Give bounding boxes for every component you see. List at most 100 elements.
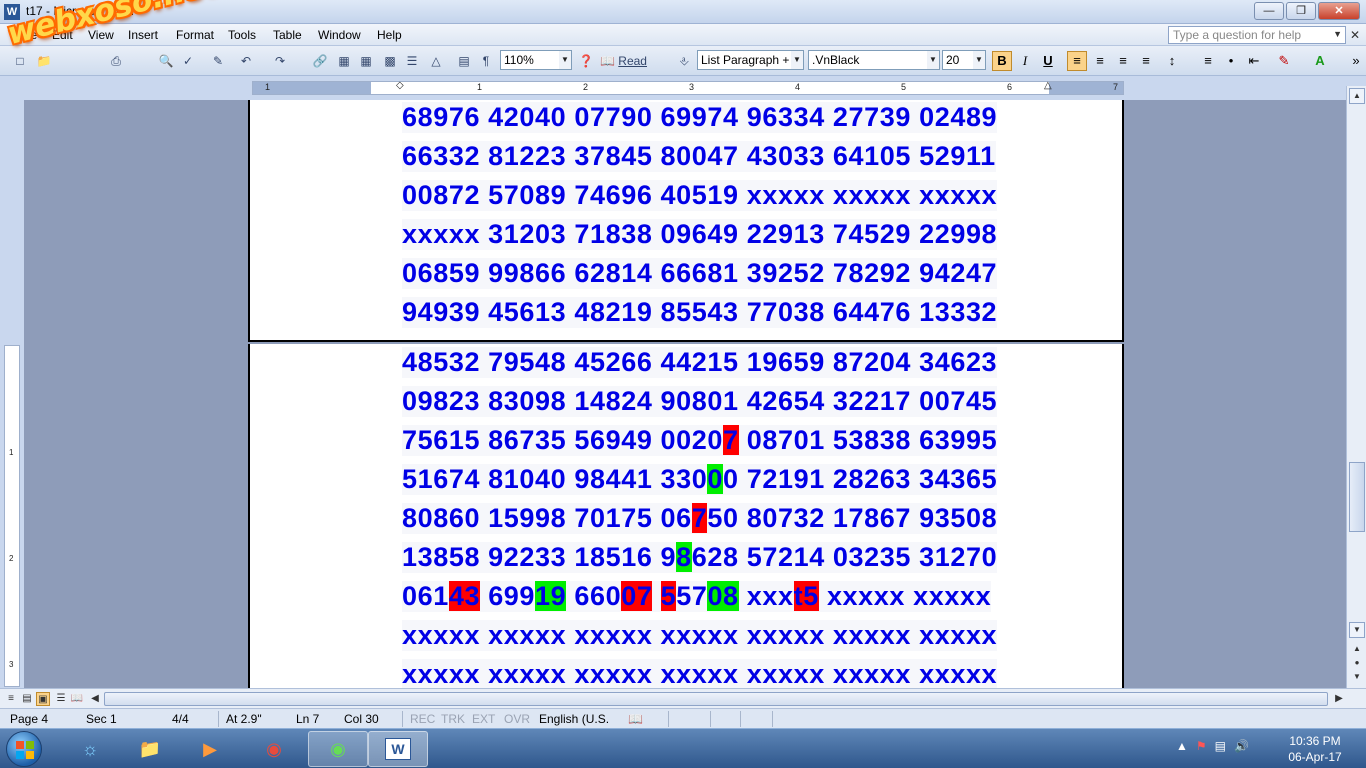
number-row[interactable]: 06859 99866 62814 66681 39252 78292 9424… [402, 258, 998, 289]
toolbar-options-icon[interactable]: » [1346, 51, 1366, 71]
right-indent-marker-icon[interactable]: △ [1044, 80, 1052, 91]
menu-table[interactable]: Table [273, 28, 302, 42]
file-explorer-icon[interactable]: 📁 [120, 731, 180, 767]
number-row[interactable]: 80860 15998 70175 06750 80732 17867 9350… [402, 503, 998, 534]
insert-table-icon[interactable]: ▦ [358, 53, 374, 69]
bold-button[interactable]: B [992, 51, 1012, 71]
document-close-icon[interactable]: ✕ [1350, 28, 1360, 42]
tables-borders-icon[interactable]: ▦ [336, 53, 352, 69]
line-spacing-icon[interactable]: ↕ [1162, 51, 1182, 71]
indent-marker-icon[interactable]: ◇ [396, 80, 404, 91]
hyperlink-icon[interactable]: 🔗 [312, 53, 328, 69]
columns-icon[interactable]: ☰ [404, 53, 420, 69]
spelling-status-icon[interactable]: 📖 [628, 712, 643, 726]
show-hidden-icons-icon[interactable]: ▲ [1176, 739, 1188, 753]
web-layout-view-icon[interactable]: ▤ [20, 692, 34, 706]
outline-view-icon[interactable]: ☰ [54, 692, 68, 706]
font-size-select[interactable]: 20 ▼ [942, 50, 986, 70]
show-hide-pilcrow-icon[interactable]: ¶ [478, 53, 494, 69]
style-select[interactable]: List Paragraph + ▼ [697, 50, 804, 70]
scroll-left-icon[interactable]: ◀ [88, 692, 102, 706]
help-search-input[interactable]: Type a question for help ▼ [1168, 26, 1346, 44]
number-row[interactable]: 13858 92233 18516 98628 57214 03235 3127… [402, 542, 998, 573]
undo-icon[interactable]: ↶ [238, 53, 254, 69]
volume-icon[interactable]: 🔊 [1234, 739, 1249, 753]
chevron-down-icon[interactable]: ▼ [1333, 29, 1342, 39]
chrome-icon[interactable]: ◉ [244, 731, 304, 767]
scroll-up-icon[interactable]: ▲ [1349, 88, 1365, 104]
italic-button[interactable]: I [1015, 51, 1035, 71]
align-center-button[interactable]: ≡ [1090, 51, 1110, 71]
vertical-scroll-thumb[interactable] [1349, 462, 1365, 532]
number-row[interactable]: xxxxx 31203 71838 09649 22913 74529 2299… [402, 219, 998, 250]
vertical-scrollbar[interactable]: ▲ ▼ ▲ ● ▼ [1346, 86, 1366, 688]
number-row[interactable]: 66332 81223 37845 80047 43033 64105 5291… [402, 141, 996, 172]
restore-button[interactable]: ❐ [1286, 2, 1316, 20]
align-right-button[interactable]: ≡ [1113, 51, 1133, 71]
coccoc-browser-icon[interactable]: ◉ [308, 731, 368, 767]
page-previous[interactable]: 68976 42040 07790 69974 96334 27739 0248… [248, 100, 1124, 342]
font-color-icon[interactable]: A [1310, 51, 1330, 71]
number-row[interactable]: 68976 42040 07790 69974 96334 27739 0248… [402, 102, 998, 133]
next-page-icon[interactable]: ▼ [1349, 670, 1365, 686]
styles-formatting-icon[interactable]: ⎀ [676, 53, 692, 69]
drawing-icon[interactable]: △ [428, 53, 444, 69]
word-taskbar-icon[interactable]: W [368, 731, 428, 767]
number-row[interactable]: 51674 81040 98441 33000 72191 28263 3436… [402, 464, 998, 495]
open-folder-icon[interactable]: 📁 [36, 53, 52, 69]
close-button[interactable]: ✕ [1318, 2, 1360, 20]
menu-help[interactable]: Help [377, 28, 402, 42]
number-row[interactable]: 48532 79548 45266 44215 19659 87204 3462… [402, 347, 998, 378]
status-page[interactable]: Page 4 [10, 712, 48, 726]
status-ovr[interactable]: OVR [504, 712, 530, 726]
start-button[interactable] [6, 731, 42, 767]
new-document-icon[interactable]: □ [12, 53, 28, 69]
number-row[interactable]: 06143 69919 66007 55708 xxxt5 xxxxx xxxx… [402, 581, 992, 612]
underline-button[interactable]: U [1038, 51, 1058, 71]
network-icon[interactable]: ▤ [1215, 739, 1226, 753]
media-player-icon[interactable]: ▶ [180, 731, 240, 767]
print-layout-view-icon[interactable]: ▣ [36, 692, 50, 706]
decrease-indent-icon[interactable]: ⇤ [1244, 51, 1264, 71]
scroll-right-icon[interactable]: ▶ [1332, 692, 1346, 706]
document-map-icon[interactable]: ▤ [456, 53, 472, 69]
highlight-icon[interactable]: ✎ [1274, 51, 1294, 71]
print-icon[interactable]: ⎙ [108, 53, 124, 69]
number-row[interactable]: 09823 83098 14824 90801 42654 32217 0074… [402, 386, 998, 417]
status-at[interactable]: At 2.9" [226, 712, 262, 726]
numbering-icon[interactable]: ≡ [1198, 51, 1218, 71]
internet-explorer-icon[interactable]: ☼ [60, 731, 120, 767]
scroll-down-icon[interactable]: ▼ [1349, 622, 1365, 638]
justify-button[interactable]: ≡ [1136, 51, 1156, 71]
number-row[interactable]: 75615 86735 56949 00207 08701 53838 6399… [402, 425, 998, 456]
menu-insert[interactable]: Insert [128, 28, 158, 42]
normal-view-icon[interactable]: ≡ [4, 692, 18, 706]
number-row[interactable]: xxxxx xxxxx xxxxx xxxxx xxxxx xxxxx xxxx… [402, 620, 998, 651]
read-button[interactable]: 📖 Read [600, 53, 652, 69]
horizontal-scroll-thumb[interactable] [104, 692, 1328, 706]
help-icon[interactable]: ❓ [578, 53, 594, 69]
document-area[interactable]: 68976 42040 07790 69974 96334 27739 0248… [24, 100, 1346, 688]
action-center-icon[interactable]: ⚑ [1196, 739, 1207, 753]
status-ext[interactable]: EXT [472, 712, 495, 726]
reading-layout-view-icon[interactable]: 📖 [70, 692, 84, 706]
format-painter-icon[interactable]: ✎ [210, 53, 226, 69]
bullets-icon[interactable]: • [1221, 51, 1241, 71]
status-page-count[interactable]: 4/4 [172, 712, 189, 726]
page-current[interactable]: 48532 79548 45266 44215 19659 87204 3462… [248, 344, 1124, 688]
status-rec[interactable]: REC [410, 712, 435, 726]
align-left-button[interactable]: ≡ [1067, 51, 1087, 71]
status-line[interactable]: Ln 7 [296, 712, 319, 726]
menu-window[interactable]: Window [318, 28, 361, 42]
ruler-strip[interactable]: 1 1 2 3 4 5 6 7 ◇ △ [252, 80, 1124, 95]
number-row[interactable]: 94939 45613 48219 85543 77038 64476 1333… [402, 297, 998, 328]
vertical-ruler[interactable]: 1 2 3 [4, 345, 20, 687]
status-column[interactable]: Col 30 [344, 712, 379, 726]
insert-excel-icon[interactable]: ▩ [382, 53, 398, 69]
menu-format[interactable]: Format [176, 28, 214, 42]
status-trk[interactable]: TRK [441, 712, 465, 726]
print-preview-icon[interactable]: 🔍 [158, 53, 174, 69]
redo-icon[interactable]: ↷ [272, 53, 288, 69]
minimize-button[interactable]: — [1254, 2, 1284, 20]
clock[interactable]: 10:36 PM 06-Apr-17 [1280, 733, 1350, 765]
